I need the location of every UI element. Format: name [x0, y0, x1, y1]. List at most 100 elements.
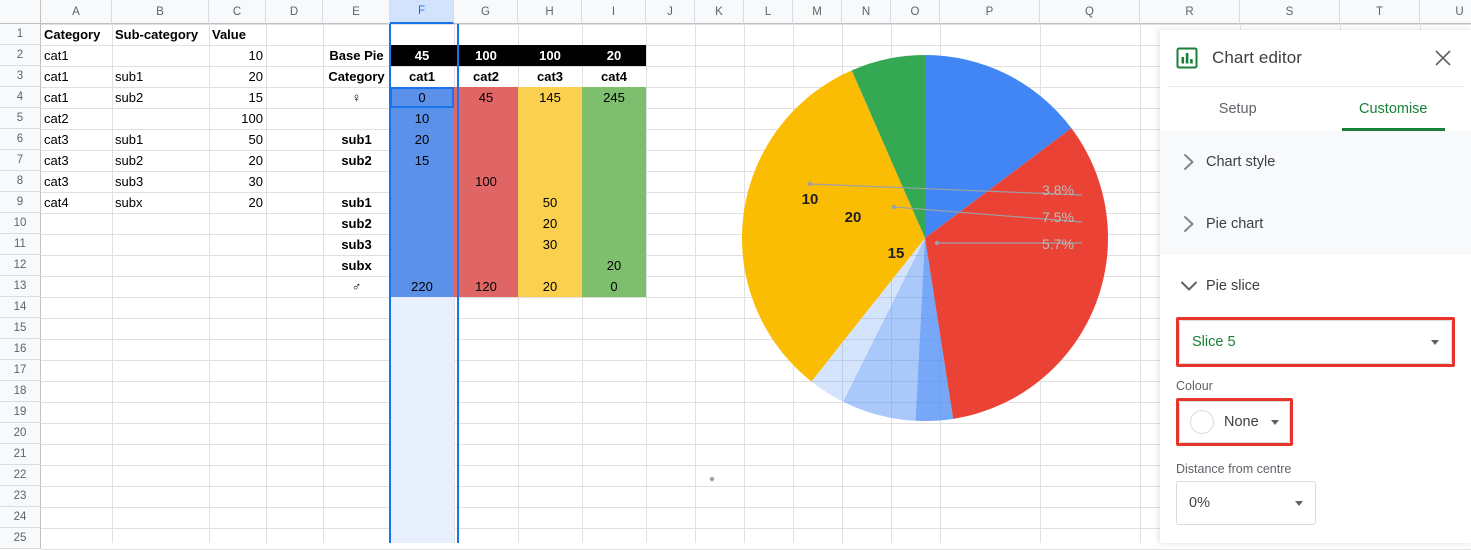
row-header-8[interactable]: 8 [0, 171, 41, 192]
cell-H8[interactable] [518, 171, 582, 192]
row-header-5[interactable]: 5 [0, 108, 41, 129]
cell-H3[interactable]: cat3 [518, 66, 582, 87]
cell-E10[interactable]: sub2 [323, 213, 390, 234]
cell-G2[interactable]: 100 [454, 45, 518, 66]
cell-B7[interactable]: sub2 [112, 150, 209, 171]
cell-G13[interactable]: 120 [454, 276, 518, 297]
row-header-1[interactable]: 1 [0, 24, 41, 45]
cell-H13[interactable]: 20 [518, 276, 582, 297]
row-header-12[interactable]: 12 [0, 255, 41, 276]
cell-C5[interactable]: 100 [209, 108, 266, 129]
column-header-c[interactable]: C [209, 0, 266, 24]
cell-G7[interactable] [454, 150, 518, 171]
cell-G8[interactable]: 100 [454, 171, 518, 192]
section-pie-chart[interactable]: Pie chart [1160, 193, 1471, 255]
pie-chart[interactable]: 1020153.8%7.5%5.7%83.0% [620, 24, 1180, 543]
cell-H7[interactable] [518, 150, 582, 171]
column-header-r[interactable]: R [1140, 0, 1240, 24]
cell-G3[interactable]: cat2 [454, 66, 518, 87]
column-header-p[interactable]: P [940, 0, 1040, 24]
row-header-3[interactable]: 3 [0, 66, 41, 87]
cell-H11[interactable]: 30 [518, 234, 582, 255]
slice-selector[interactable]: Slice 5 [1179, 320, 1452, 364]
column-header-e[interactable]: E [323, 0, 390, 24]
row-header-2[interactable]: 2 [0, 45, 41, 66]
row-header-22[interactable]: 22 [0, 465, 41, 486]
cell-E9[interactable]: sub1 [323, 192, 390, 213]
cell-H6[interactable] [518, 129, 582, 150]
row-header-9[interactable]: 9 [0, 192, 41, 213]
row-header-13[interactable]: 13 [0, 276, 41, 297]
section-pie-slice[interactable]: Pie slice [1160, 255, 1471, 317]
cell-H9[interactable]: 50 [518, 192, 582, 213]
column-header-j[interactable]: J [646, 0, 695, 24]
cell-A6[interactable]: cat3 [41, 129, 112, 150]
cell-A8[interactable]: cat3 [41, 171, 112, 192]
cell-A1[interactable]: Category [41, 24, 112, 45]
row-header-4[interactable]: 4 [0, 87, 41, 108]
cell-G10[interactable] [454, 213, 518, 234]
column-header-d[interactable]: D [266, 0, 323, 24]
column-header-f[interactable]: F [390, 0, 454, 24]
column-header-i[interactable]: I [582, 0, 646, 24]
cell-H12[interactable] [518, 255, 582, 276]
cell-H10[interactable]: 20 [518, 213, 582, 234]
cell-B3[interactable]: sub1 [112, 66, 209, 87]
cell-B9[interactable]: subx [112, 192, 209, 213]
cell-E3[interactable]: Category [323, 66, 390, 87]
cell-G5[interactable] [454, 108, 518, 129]
close-icon[interactable] [1429, 44, 1457, 72]
row-header-23[interactable]: 23 [0, 486, 41, 507]
select-all-corner[interactable] [0, 0, 41, 24]
column-header-o[interactable]: O [891, 0, 940, 24]
cell-C2[interactable]: 10 [209, 45, 266, 66]
column-header-h[interactable]: H [518, 0, 582, 24]
column-header-b[interactable]: B [112, 0, 209, 24]
cell-F8[interactable] [390, 171, 454, 192]
column-header-a[interactable]: A [41, 0, 112, 24]
row-header-24[interactable]: 24 [0, 507, 41, 528]
cell-F12[interactable] [390, 255, 454, 276]
column-header-k[interactable]: K [695, 0, 744, 24]
row-header-15[interactable]: 15 [0, 318, 41, 339]
row-header-25[interactable]: 25 [0, 528, 41, 549]
column-header-u[interactable]: U [1420, 0, 1471, 24]
tab-customise[interactable]: Customise [1316, 87, 1471, 131]
column-header-m[interactable]: M [793, 0, 842, 24]
cell-A9[interactable]: cat4 [41, 192, 112, 213]
pie-chart-svg[interactable]: 1020153.8%7.5%5.7%83.0% [620, 24, 1180, 543]
column-header-l[interactable]: L [744, 0, 793, 24]
cell-F6[interactable]: 20 [390, 129, 454, 150]
cell-B6[interactable]: sub1 [112, 129, 209, 150]
cell-E12[interactable]: subx [323, 255, 390, 276]
cell-G6[interactable] [454, 129, 518, 150]
tab-setup[interactable]: Setup [1160, 87, 1316, 131]
column-header-t[interactable]: T [1340, 0, 1420, 24]
row-header-6[interactable]: 6 [0, 129, 41, 150]
cell-F10[interactable] [390, 213, 454, 234]
row-header-14[interactable]: 14 [0, 297, 41, 318]
distance-from-centre-select[interactable]: 0% [1176, 481, 1316, 525]
cell-G9[interactable] [454, 192, 518, 213]
cell-B8[interactable]: sub3 [112, 171, 209, 192]
row-header-16[interactable]: 16 [0, 339, 41, 360]
cell-A7[interactable]: cat3 [41, 150, 112, 171]
cell-E11[interactable]: sub3 [323, 234, 390, 255]
cell-B1[interactable]: Sub-category [112, 24, 209, 45]
cell-C8[interactable]: 30 [209, 171, 266, 192]
cell-E4[interactable]: ♀ [323, 87, 390, 108]
row-header-7[interactable]: 7 [0, 150, 41, 171]
cell-F9[interactable] [390, 192, 454, 213]
row-header-17[interactable]: 17 [0, 360, 41, 381]
cell-F5[interactable]: 10 [390, 108, 454, 129]
cell-G4[interactable]: 45 [454, 87, 518, 108]
cell-E6[interactable]: sub1 [323, 129, 390, 150]
row-header-11[interactable]: 11 [0, 234, 41, 255]
cell-H2[interactable]: 100 [518, 45, 582, 66]
cell-G11[interactable] [454, 234, 518, 255]
cell-C4[interactable]: 15 [209, 87, 266, 108]
column-header-g[interactable]: G [454, 0, 518, 24]
cell-F2[interactable]: 45 [390, 45, 454, 66]
cell-C7[interactable]: 20 [209, 150, 266, 171]
cell-A2[interactable]: cat1 [41, 45, 112, 66]
